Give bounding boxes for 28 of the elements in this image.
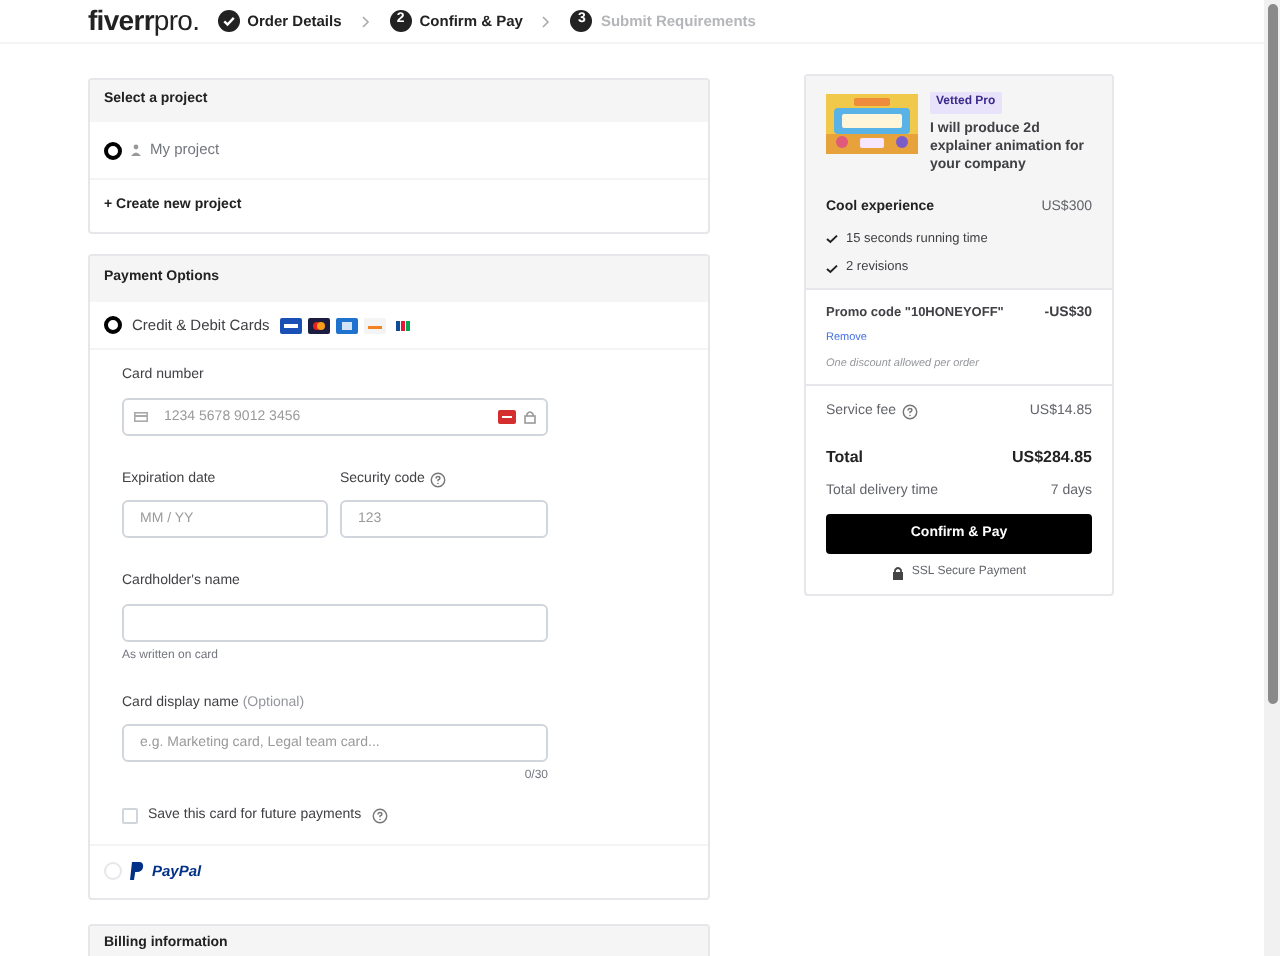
card-brand-icon bbox=[391, 317, 414, 333]
card-brand-icon bbox=[335, 317, 358, 333]
card-brand-icon bbox=[307, 317, 330, 333]
check-icon bbox=[826, 263, 838, 274]
checkbox[interactable] bbox=[122, 808, 138, 825]
radio-button[interactable] bbox=[104, 141, 122, 159]
card-icon bbox=[134, 411, 148, 421]
help-icon bbox=[902, 404, 919, 421]
paypal-icon bbox=[130, 862, 144, 880]
scrollbar[interactable] bbox=[1264, 0, 1280, 956]
card-brand-icon bbox=[498, 409, 516, 423]
help-icon bbox=[371, 808, 388, 825]
card-brand-icon bbox=[363, 317, 386, 333]
help-icon bbox=[430, 471, 447, 488]
lock-icon bbox=[524, 409, 536, 423]
check-icon bbox=[826, 233, 838, 244]
card-brand-icon bbox=[279, 317, 302, 333]
logo-suffix-text: pro. bbox=[153, 2, 200, 40]
fiverr-pro-logo[interactable]: fiverrpro. bbox=[88, 0, 200, 42]
chevron-right-icon bbox=[542, 15, 551, 27]
logo-text: fiverr bbox=[88, 2, 154, 40]
radio-button[interactable] bbox=[104, 316, 122, 334]
people-icon bbox=[130, 144, 142, 156]
cardholder-name-field[interactable] bbox=[122, 603, 548, 641]
chevron-right-icon bbox=[361, 15, 370, 27]
total-label: Total bbox=[826, 445, 864, 469]
total-amount: US$284.85 bbox=[1011, 445, 1092, 469]
lock-icon bbox=[891, 566, 904, 580]
